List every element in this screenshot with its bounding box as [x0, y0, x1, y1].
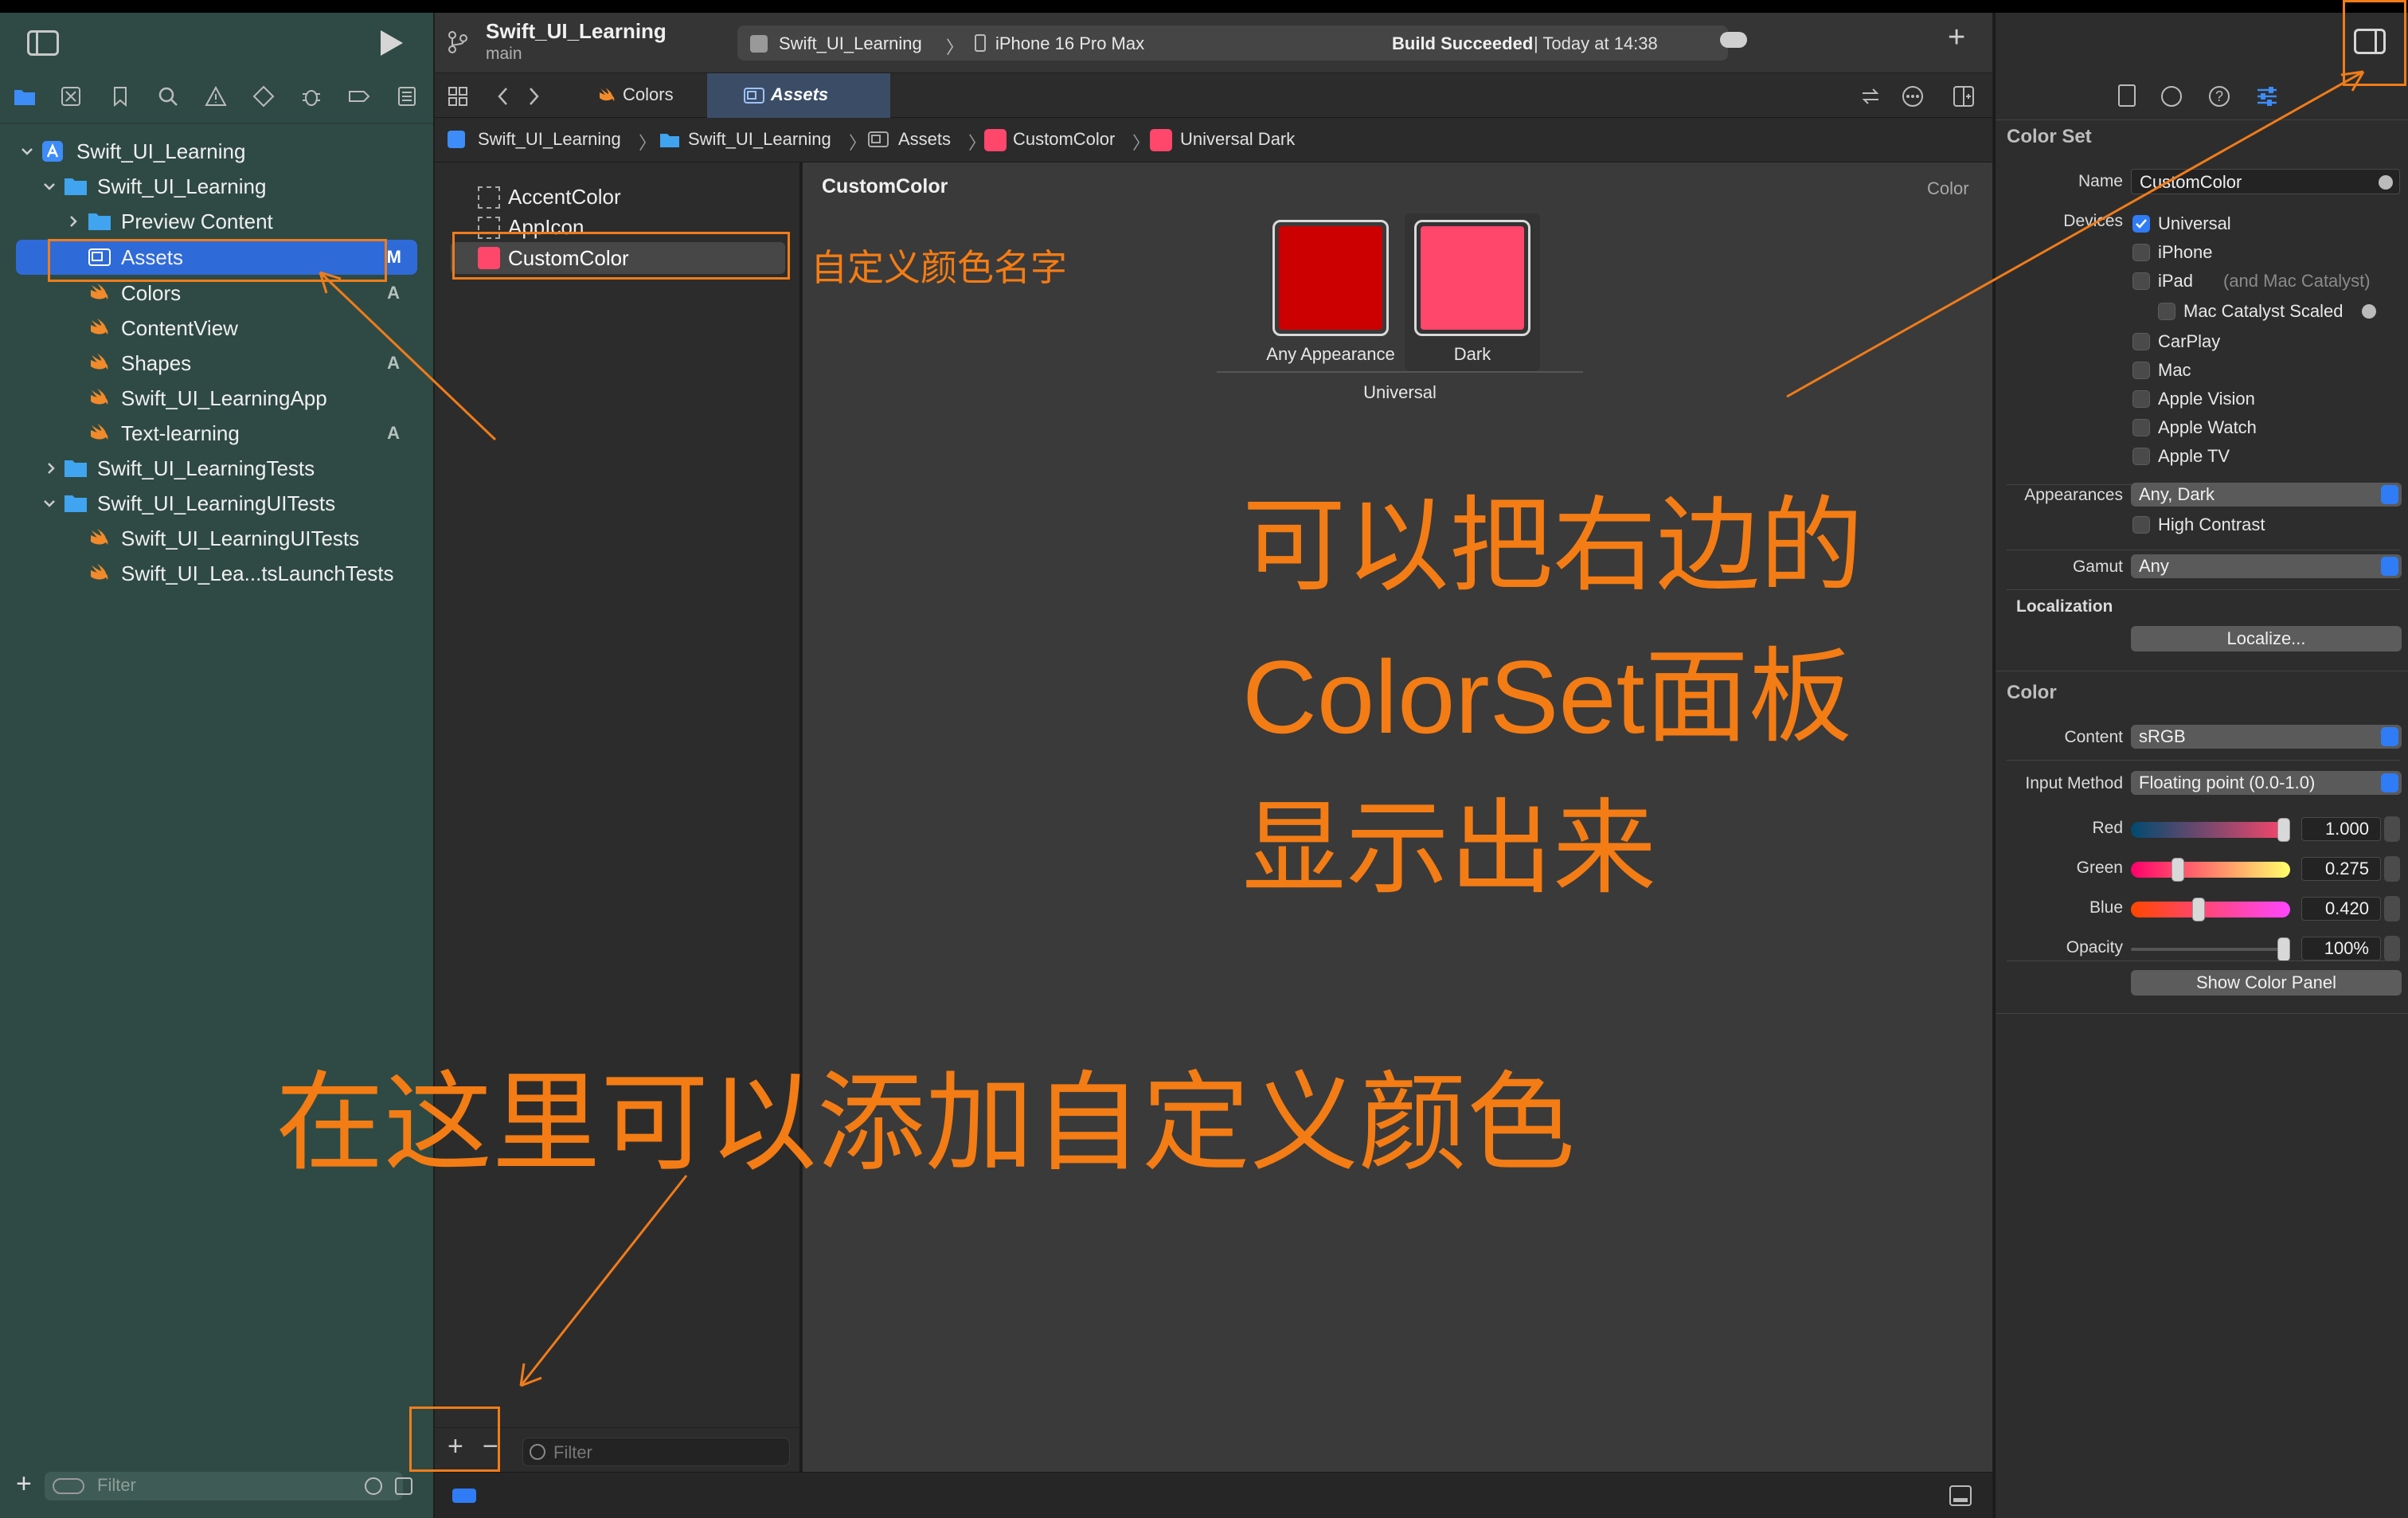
arrow-to-add — [519, 1175, 688, 1387]
annotation-arrows — [319, 70, 2365, 1387]
arrow-to-assets — [319, 271, 497, 441]
arrow-to-inspector-toggle — [1786, 70, 2364, 398]
